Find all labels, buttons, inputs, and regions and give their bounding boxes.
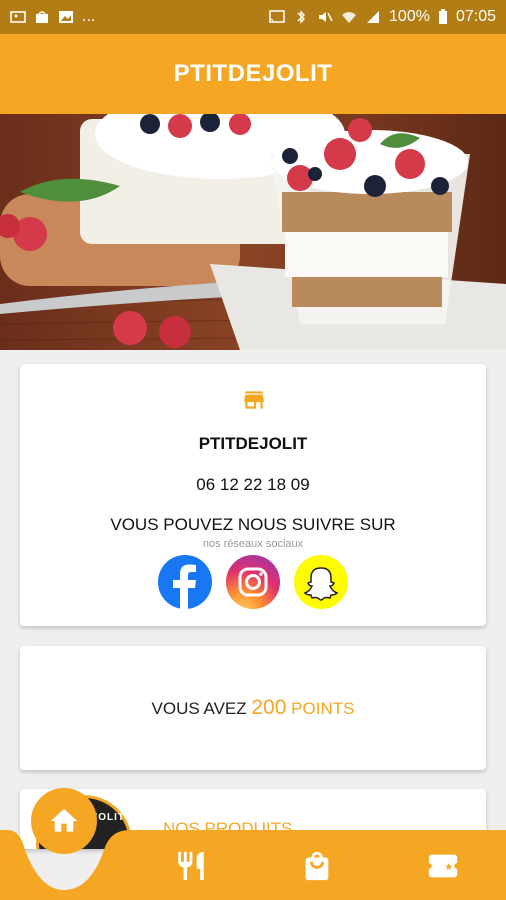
restaurant-icon[interactable] — [171, 846, 211, 886]
hero-image — [0, 114, 506, 350]
shop-info-card: PTITDEJOLIT 06 12 22 18 09 VOUS POUVEZ N… — [20, 364, 486, 626]
photo-notification-icon — [10, 11, 26, 23]
bluetooth-icon — [297, 10, 306, 24]
snapchat-icon[interactable] — [294, 555, 348, 609]
battery-level: 100% — [389, 8, 430, 25]
points-suffix: POINTS — [291, 699, 355, 718]
social-links — [20, 555, 486, 609]
shopping-bag-notification-icon — [36, 11, 48, 23]
signal-icon — [367, 11, 380, 23]
store-icon — [244, 391, 264, 409]
wifi-icon — [342, 12, 357, 23]
mute-icon — [319, 12, 333, 22]
image-notification-icon — [59, 11, 73, 23]
points-value: 200 — [251, 696, 287, 719]
cast-icon — [269, 10, 285, 23]
follow-text: VOUS POUVEZ NOUS SUIVRE SUR — [110, 515, 396, 534]
facebook-icon[interactable] — [158, 555, 212, 609]
status-more: ... — [82, 8, 96, 25]
points-prefix: VOUS AVEZ — [151, 699, 247, 718]
points-card: VOUS AVEZ 200 POINTS — [20, 646, 486, 770]
bag-icon[interactable] — [297, 846, 337, 886]
battery-icon — [438, 9, 447, 24]
phone-number[interactable]: 06 12 22 18 09 — [20, 475, 486, 495]
parfait-dessert-image — [0, 114, 506, 350]
app-bar: PTITDEJOLIT — [0, 34, 506, 114]
home-icon — [50, 809, 78, 832]
status-right: 100% 07:05 — [269, 8, 496, 26]
app-title: PTITDEJOLIT — [173, 60, 333, 87]
status-left: ... — [10, 8, 95, 26]
status-bar: ... 100% 07:05 — [0, 0, 506, 34]
points-text: VOUS AVEZ 200 POINTS — [152, 696, 355, 720]
follow-subtext: nos réseaux sociaux — [202, 538, 304, 550]
status-time: 07:05 — [455, 8, 496, 25]
ticket-icon[interactable] — [423, 846, 463, 886]
home-button[interactable] — [31, 788, 97, 854]
shop-name: PTITDEJOLIT — [198, 434, 308, 453]
instagram-icon[interactable] — [226, 555, 280, 609]
